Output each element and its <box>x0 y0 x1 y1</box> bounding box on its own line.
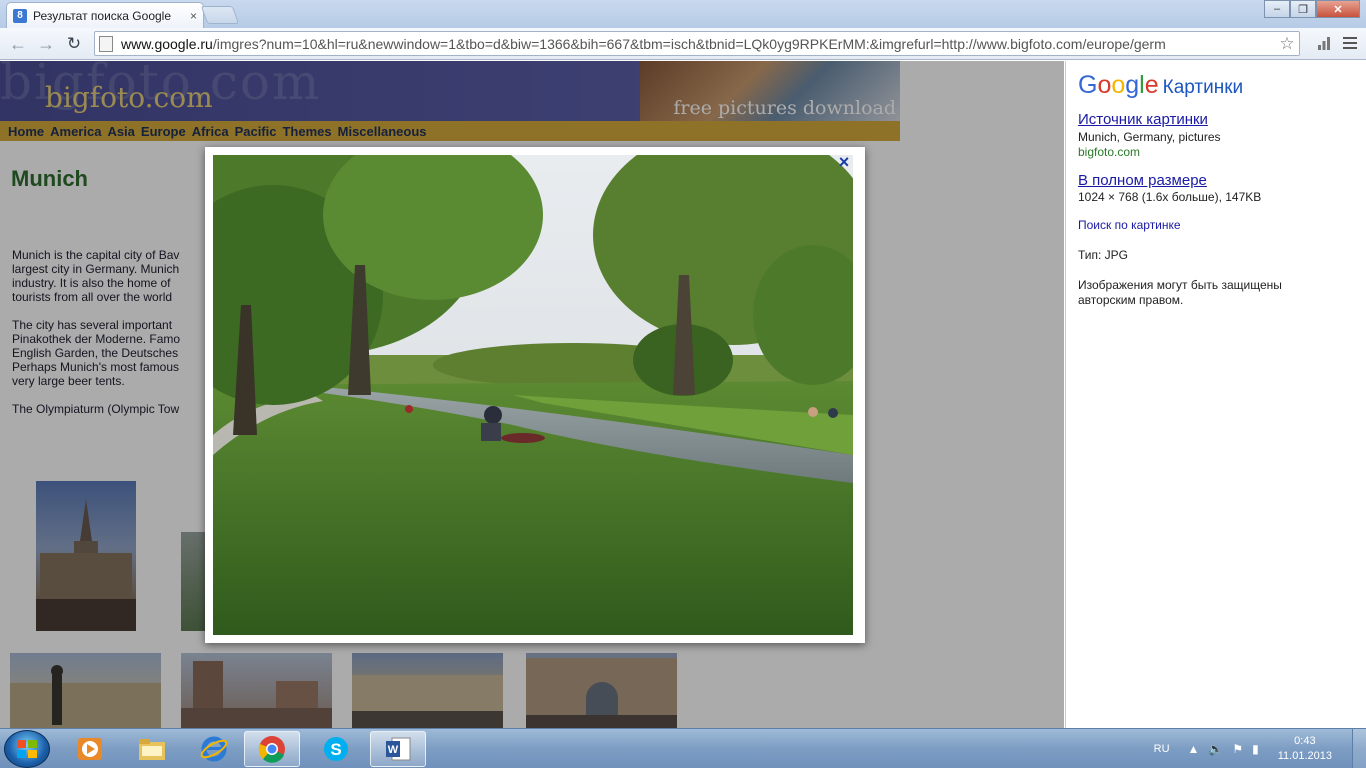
clock-time: 0:43 <box>1294 735 1316 747</box>
images-word: Картинки <box>1162 77 1244 98</box>
language-indicator[interactable]: RU <box>1154 743 1170 755</box>
image-type: Тип: JPG <box>1078 248 1129 262</box>
window-controls: – ❐ ✕ <box>1264 0 1360 18</box>
full-size-details: 1024 × 768 (1.6x больше), 147KB <box>1078 190 1262 204</box>
volume-icon[interactable]: 🔈 <box>1208 742 1223 756</box>
system-tray: RU ▲ 🔈 ⚑ ▮ 0:43 11.01.2013 <box>1154 729 1366 768</box>
svg-text:W: W <box>388 744 399 756</box>
url-text[interactable]: www.google.ru/imgres?num=10&hl=ru&newwin… <box>121 36 1275 52</box>
media-player-taskbar-icon[interactable] <box>62 731 118 767</box>
tab-close-icon[interactable]: × <box>190 9 197 23</box>
browser-toolbar: ← → ↻ www.google.ru/imgres?num=10&hl=ru&… <box>0 28 1366 60</box>
windows-logo-icon <box>17 740 37 758</box>
page-icon <box>99 35 113 52</box>
minimize-button[interactable]: – <box>1264 0 1290 18</box>
browser-tab[interactable]: 8 Результат поиска Google × <box>6 2 204 28</box>
reload-button[interactable]: ↻ <box>62 33 86 55</box>
explorer-taskbar-icon[interactable] <box>124 731 180 767</box>
internet-explorer-taskbar-icon[interactable] <box>186 731 242 767</box>
new-tab-button[interactable] <box>200 6 240 24</box>
bookmark-star-icon[interactable]: ☆ <box>1275 34 1299 54</box>
address-bar[interactable]: www.google.ru/imgres?num=10&hl=ru&newwin… <box>94 31 1300 56</box>
image-source-description: Munich, Germany, pictures <box>1078 130 1221 144</box>
url-path: /imgres?num=10&hl=ru&newwindow=1&tbo=d&b… <box>212 35 1166 52</box>
google-logo-letter: G <box>1078 71 1098 99</box>
back-button[interactable]: ← <box>6 33 30 55</box>
google-logo-letter: o <box>1097 71 1112 99</box>
preview-image[interactable] <box>213 155 853 635</box>
image-info-panel: Google Картинки Источник картинки Munich… <box>1065 61 1366 728</box>
page-content: bigfoto.com bigfoto.com free pictures do… <box>0 61 1366 728</box>
google-logo-letter: e <box>1144 71 1159 99</box>
tray-expand-icon[interactable]: ▲ <box>1188 742 1200 756</box>
google-images-logo[interactable]: Google Картинки <box>1078 71 1243 100</box>
wrench-menu-icon[interactable] <box>1340 33 1360 53</box>
network-icon[interactable]: ▮ <box>1252 742 1259 756</box>
action-center-flag-icon[interactable]: ⚑ <box>1232 742 1243 756</box>
word-taskbar-icon[interactable]: W <box>370 731 426 767</box>
start-button[interactable] <box>4 730 50 768</box>
toolbar-extensions <box>1314 33 1360 53</box>
image-preview-lightbox: × <box>205 147 865 643</box>
google-logo-letter: o <box>1111 71 1126 99</box>
tab-title: Результат поиска Google <box>33 8 171 23</box>
search-by-image-link[interactable]: Поиск по картинке <box>1078 218 1181 232</box>
skype-taskbar-icon[interactable]: S <box>308 731 364 767</box>
clock-date: 11.01.2013 <box>1277 750 1332 762</box>
google-favicon-icon: 8 <box>13 8 27 23</box>
clock[interactable]: 0:43 11.01.2013 <box>1278 734 1332 764</box>
image-source-link[interactable]: Источник картинки <box>1078 111 1208 128</box>
full-size-link[interactable]: В полном размере <box>1078 172 1207 189</box>
signal-icon[interactable] <box>1314 33 1334 53</box>
bigfoto-background-page: bigfoto.com bigfoto.com free pictures do… <box>0 61 1064 728</box>
close-window-button[interactable]: ✕ <box>1316 0 1360 18</box>
close-preview-icon[interactable]: × <box>833 151 855 173</box>
title-bar: 8 Результат поиска Google × – ❐ ✕ <box>0 0 1366 28</box>
google-logo-letter: g <box>1125 71 1140 99</box>
show-desktop-button[interactable] <box>1352 729 1366 768</box>
windows-taskbar: S W RU ▲ 🔈 ⚑ ▮ 0:43 11.01.2013 <box>0 728 1366 768</box>
svg-text:S: S <box>330 740 341 759</box>
chrome-taskbar-icon[interactable] <box>244 731 300 767</box>
forward-button[interactable]: → <box>34 33 58 55</box>
url-host: www.google.ru <box>121 35 213 52</box>
image-source-domain: bigfoto.com <box>1078 145 1141 159</box>
maximize-button[interactable]: ❐ <box>1290 0 1316 18</box>
copyright-notice: Изображения могут быть защищены авторски… <box>1078 278 1282 307</box>
